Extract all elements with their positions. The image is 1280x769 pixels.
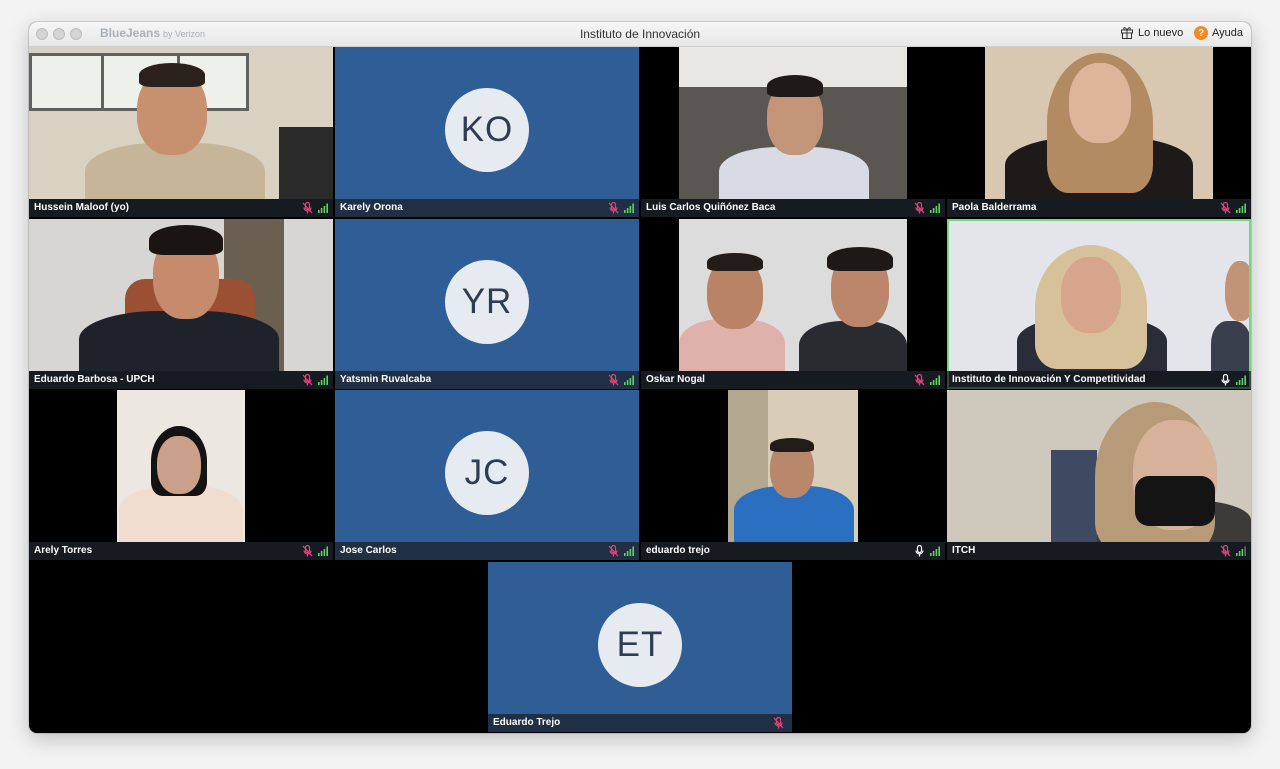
participant-nameplate: Instituto de Innovación Y Competitividad: [947, 371, 1251, 389]
participant-name: Instituto de Innovación Y Competitividad: [952, 374, 1146, 385]
video-feed: [949, 221, 1249, 371]
mic-muted-icon[interactable]: [608, 374, 619, 386]
participant-tile-paola-balderrama[interactable]: Paola Balderrama: [947, 47, 1251, 217]
mic-muted-icon[interactable]: [302, 374, 313, 386]
video-feed: [728, 390, 858, 542]
participant-nameplate: Karely Orona: [335, 199, 639, 217]
video-feed: [985, 47, 1213, 199]
signal-bars-icon: [1236, 375, 1246, 385]
participant-tile-luis-carlos[interactable]: Luis Carlos Quiñónez Baca: [641, 47, 945, 217]
participant-nameplate: Arely Torres: [29, 542, 333, 560]
video-feed: [679, 219, 907, 371]
participant-name: Oskar Nogal: [646, 374, 705, 385]
participant-name: Jose Carlos: [340, 545, 397, 556]
participant-avatar-initials: KO: [445, 88, 529, 172]
signal-bars-icon: [930, 546, 940, 556]
signal-bars-icon: [1236, 546, 1246, 556]
help-label: Ayuda: [1212, 27, 1243, 39]
participant-nameplate: Eduardo Barbosa - UPCH: [29, 371, 333, 389]
video-feed: [947, 390, 1251, 542]
participant-avatar-initials: ET: [598, 603, 682, 687]
participant-name: eduardo trejo: [646, 545, 710, 556]
participant-tile-instituto-innovacion[interactable]: Instituto de Innovación Y Competitividad: [947, 219, 1251, 389]
participant-tile-arely-torres[interactable]: Arely Torres: [29, 390, 333, 560]
participant-name: Hussein Maloof (yo): [34, 202, 130, 213]
signal-bars-icon: [624, 375, 634, 385]
participant-tile-eduardo-barbosa[interactable]: Eduardo Barbosa - UPCH: [29, 219, 333, 389]
whats-new-button[interactable]: Lo nuevo: [1120, 26, 1183, 39]
participant-name: Arely Torres: [34, 545, 93, 556]
participant-nameplate: Paola Balderrama: [947, 199, 1251, 217]
participant-name: Paola Balderrama: [952, 202, 1037, 213]
participant-nameplate: Eduardo Trejo: [488, 714, 792, 732]
participant-tile-jose-carlos[interactable]: JC Jose Carlos: [335, 390, 639, 560]
meeting-window: BlueJeans by Verizon Instituto de Innovac…: [29, 22, 1251, 733]
mic-muted-icon[interactable]: [914, 202, 925, 214]
signal-bars-icon: [930, 203, 940, 213]
participant-avatar-initials: JC: [445, 431, 529, 515]
signal-bars-icon: [1236, 203, 1246, 213]
mic-icon[interactable]: [1220, 374, 1231, 386]
mic-muted-icon[interactable]: [302, 545, 313, 557]
whats-new-label: Lo nuevo: [1138, 26, 1184, 39]
window-title: Instituto de Innovación: [579, 27, 701, 41]
participant-name: Eduardo Trejo: [493, 717, 561, 728]
participant-tile-oskar-nogal[interactable]: Oskar Nogal: [641, 219, 945, 389]
help-button[interactable]: ? Ayuda: [1194, 26, 1243, 40]
signal-bars-icon: [930, 375, 940, 385]
participant-tile-hussein-maloof[interactable]: Hussein Maloof (yo): [29, 47, 333, 217]
mic-muted-icon[interactable]: [773, 717, 784, 729]
participant-name: Karely Orona: [340, 202, 403, 213]
participant-tile-itch[interactable]: ITCH: [947, 390, 1251, 560]
participant-tile-eduardo-trejo-video[interactable]: eduardo trejo: [641, 390, 945, 560]
participant-tile-yatsmin-ruvalcaba[interactable]: YR Yatsmin Ruvalcaba: [335, 219, 639, 389]
video-feed: [679, 47, 907, 199]
participant-name: Eduardo Barbosa - UPCH: [34, 374, 155, 385]
signal-bars-icon: [318, 203, 328, 213]
participant-nameplate: Jose Carlos: [335, 542, 639, 560]
help-icon: ?: [1194, 26, 1208, 40]
video-feed: [117, 390, 245, 542]
participant-name: Luis Carlos Quiñónez Baca: [646, 202, 776, 213]
mic-muted-icon[interactable]: [1220, 545, 1231, 557]
gift-icon: [1121, 27, 1133, 39]
participant-nameplate: Luis Carlos Quiñónez Baca: [641, 199, 945, 217]
mic-muted-icon[interactable]: [608, 202, 619, 214]
signal-bars-icon: [318, 375, 328, 385]
mic-muted-icon[interactable]: [1220, 202, 1231, 214]
mic-muted-icon[interactable]: [608, 545, 619, 557]
participant-nameplate: ITCH: [947, 542, 1251, 560]
video-feed: [29, 219, 333, 371]
mic-muted-icon[interactable]: [302, 202, 313, 214]
participant-name: ITCH: [952, 545, 976, 556]
title-bar: BlueJeans by Verizon Instituto de Innovac…: [29, 22, 1251, 47]
participant-avatar-initials: YR: [445, 260, 529, 344]
signal-bars-icon: [624, 546, 634, 556]
participant-tile-karely-orona[interactable]: KO Karely Orona: [335, 47, 639, 217]
signal-bars-icon: [318, 546, 328, 556]
signal-bars-icon: [624, 203, 634, 213]
participant-nameplate: Yatsmin Ruvalcaba: [335, 371, 639, 389]
participant-name: Yatsmin Ruvalcaba: [340, 374, 432, 385]
mic-muted-icon[interactable]: [914, 374, 925, 386]
participant-nameplate: eduardo trejo: [641, 542, 945, 560]
video-feed: [29, 47, 333, 199]
participant-nameplate: Oskar Nogal: [641, 371, 945, 389]
participant-tile-eduardo-trejo[interactable]: ET Eduardo Trejo: [488, 562, 792, 732]
participant-nameplate: Hussein Maloof (yo): [29, 199, 333, 217]
mic-icon[interactable]: [914, 545, 925, 557]
